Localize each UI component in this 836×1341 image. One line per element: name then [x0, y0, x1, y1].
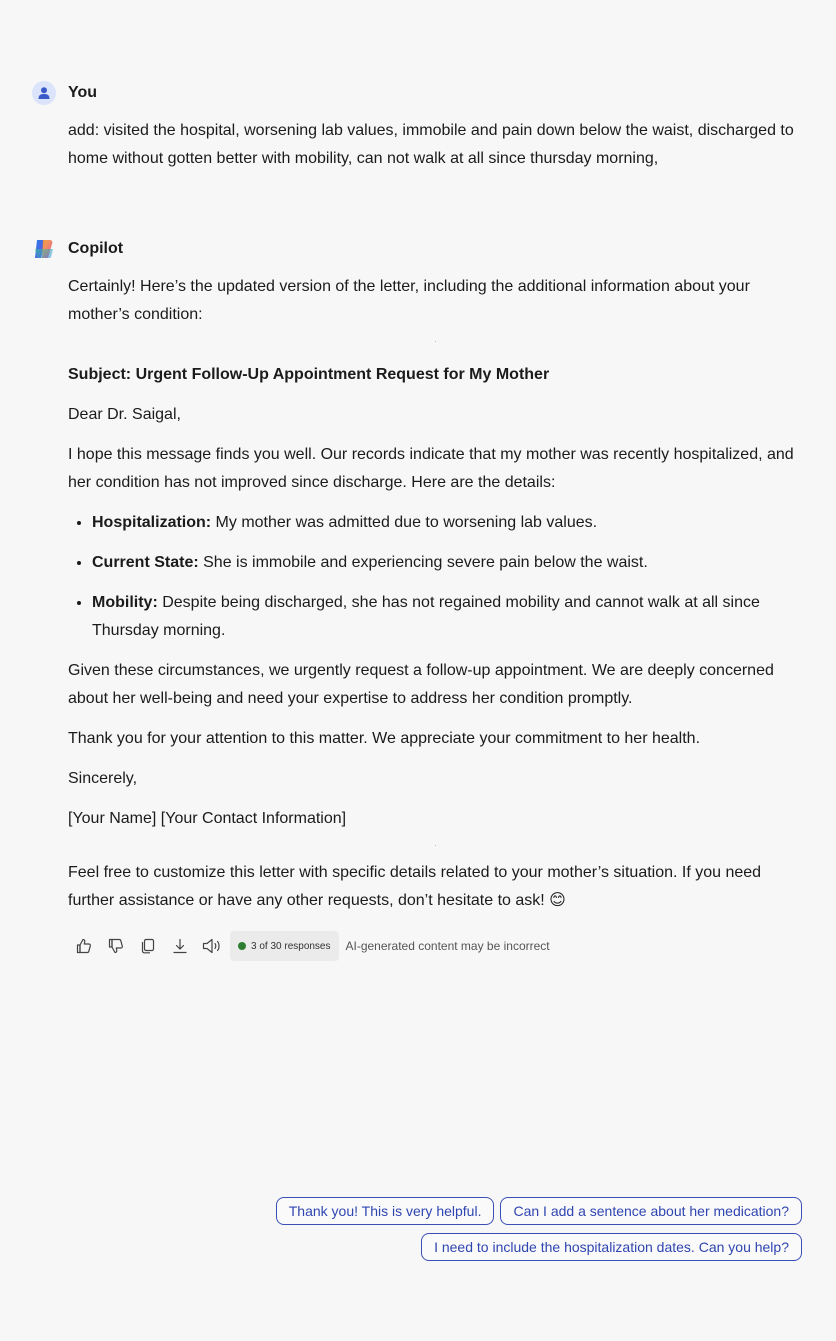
copilot-author-label: Copilot [68, 240, 124, 257]
user-avatar-icon [32, 81, 56, 105]
bullet-label: Current State: [92, 554, 199, 571]
bullet-text: My mother was admitted due to worsening … [211, 514, 598, 531]
responses-badge: 3 of 30 responses [230, 931, 339, 961]
divider [68, 833, 802, 853]
letter-paragraph-3: Thank you for your attention to this mat… [68, 730, 701, 747]
letter-greeting: Dear Dr. Saigal, [68, 406, 181, 423]
letter-subject: Subject: Urgent Follow-Up Appointment Re… [68, 366, 550, 383]
bullet-text: Despite being discharged, she has not re… [92, 594, 760, 639]
copilot-outro: Feel free to customize this letter with … [68, 864, 762, 909]
letter-paragraph-1: I hope this message finds you well. Our … [68, 446, 794, 491]
thumbs-down-icon[interactable] [100, 931, 132, 961]
bullet-label: Mobility: [92, 594, 158, 611]
copy-icon[interactable] [132, 931, 164, 961]
status-dot [238, 942, 246, 950]
bullet-text: She is immobile and experiencing severe … [198, 554, 648, 571]
list-item: Hospitalization: My mother was admitted … [92, 509, 802, 537]
suggestion-chip[interactable]: Can I add a sentence about her medicatio… [500, 1197, 802, 1225]
ai-disclaimer: AI-generated content may be incorrect [345, 939, 550, 953]
divider [68, 329, 802, 357]
list-item: Mobility: Despite being discharged, she … [92, 589, 802, 645]
letter-paragraph-2: Given these circumstances, we urgently r… [68, 662, 774, 707]
download-icon[interactable] [164, 931, 196, 961]
details-list: Hospitalization: My mother was admitted … [68, 509, 802, 645]
suggestion-chips: Thank you! This is very helpful. Can I a… [275, 1197, 802, 1261]
copilot-logo-icon [32, 237, 56, 261]
read-aloud-icon[interactable] [196, 931, 228, 961]
suggestion-chip[interactable]: I need to include the hospitalization da… [421, 1233, 802, 1261]
user-message: You add: visited the hospital, worsening… [32, 81, 802, 173]
list-item: Current State: She is immobile and exper… [92, 549, 802, 577]
bullet-label: Hospitalization: [92, 514, 212, 531]
copilot-message: Copilot Certainly! Here’s the updated ve… [32, 237, 802, 961]
letter-closing: Sincerely, [68, 770, 138, 787]
copilot-intro: Certainly! Here’s the updated version of… [68, 278, 750, 323]
letter-signature: [Your Name] [Your Contact Information] [68, 810, 347, 827]
thumbs-up-icon[interactable] [68, 931, 100, 961]
message-actions: 3 of 30 responses AI-generated content m… [68, 931, 802, 961]
user-message-text: add: visited the hospital, worsening lab… [68, 122, 794, 167]
user-author-label: You [68, 84, 98, 101]
suggestion-chip[interactable]: Thank you! This is very helpful. [275, 1197, 495, 1225]
responses-count: 3 of 30 responses [251, 940, 331, 952]
